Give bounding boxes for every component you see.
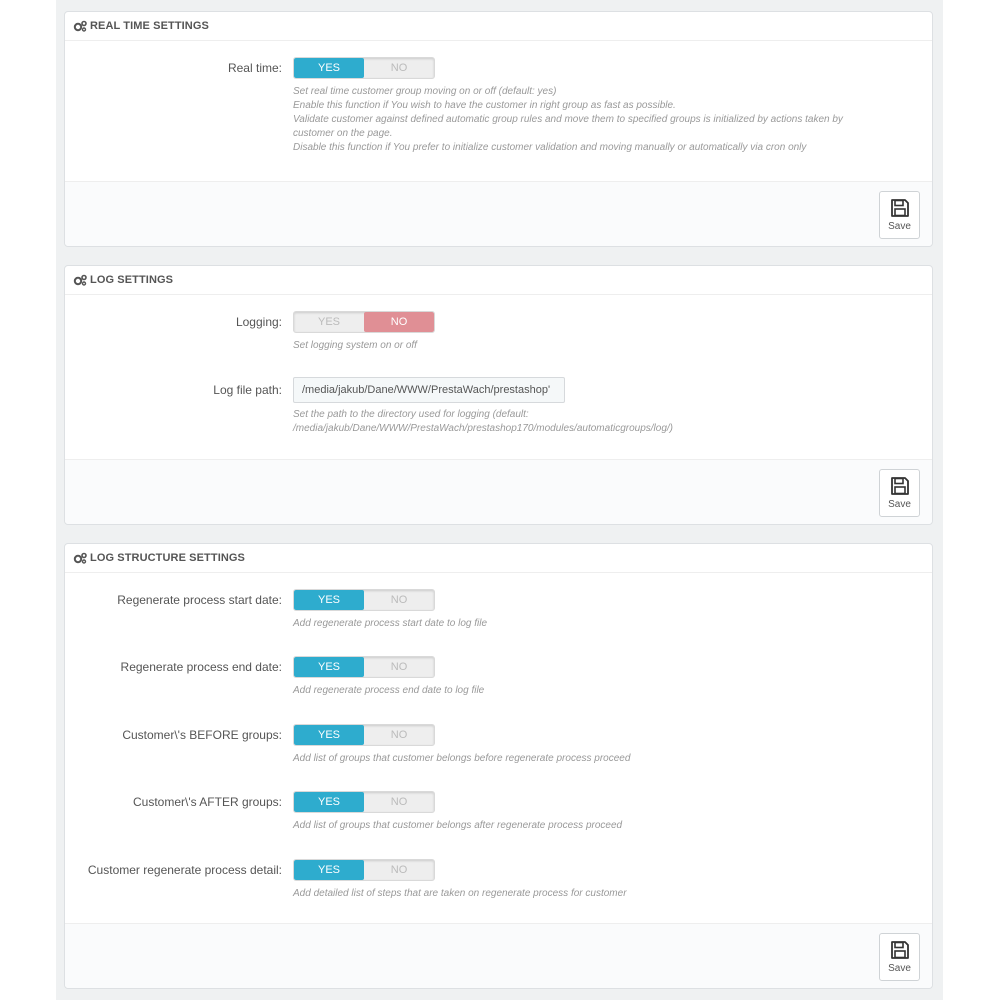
process-detail-no-option[interactable]: NO bbox=[364, 860, 434, 880]
realtime-yes-option[interactable]: YES bbox=[294, 58, 364, 78]
process-detail-yes-option[interactable]: YES bbox=[294, 860, 364, 880]
before-groups-no-option[interactable]: NO bbox=[364, 725, 434, 745]
log-path-input[interactable]: /media/jakub/Dane/WWW/PrestaWach/prestas… bbox=[293, 377, 565, 403]
help-line: Enable this function if You wish to have… bbox=[293, 100, 676, 111]
start-date-yes-option[interactable]: YES bbox=[294, 590, 364, 610]
help-line: Set the path to the directory used for l… bbox=[293, 409, 529, 420]
realtime-switch[interactable]: YES NO bbox=[293, 57, 435, 79]
save-button[interactable]: Save bbox=[879, 933, 920, 981]
panel-title: REAL TIME SETTINGS bbox=[90, 20, 209, 32]
after-groups-switch[interactable]: YES NO bbox=[293, 791, 435, 813]
floppy-disk-icon bbox=[890, 199, 909, 217]
floppy-disk-icon bbox=[890, 477, 909, 495]
logging-help: Set logging system on or off bbox=[293, 340, 417, 351]
end-date-yes-option[interactable]: YES bbox=[294, 657, 364, 677]
logging-yes-option[interactable]: YES bbox=[294, 312, 364, 332]
after-groups-help: Add list of groups that customer belongs… bbox=[293, 820, 623, 831]
panel-title: LOG STRUCTURE SETTINGS bbox=[90, 552, 245, 564]
logging-label: Logging: bbox=[235, 315, 282, 329]
log-path-label: Log file path: bbox=[213, 383, 282, 397]
cogs-icon bbox=[73, 274, 87, 286]
panel-footer: Save bbox=[65, 181, 932, 246]
after-groups-no-option[interactable]: NO bbox=[364, 792, 434, 812]
cogs-icon bbox=[73, 20, 87, 32]
process-detail-help: Add detailed list of steps that are take… bbox=[293, 888, 627, 899]
cogs-icon bbox=[73, 552, 87, 564]
log-settings-panel: LOG SETTINGS Logging: YES NO Set logging… bbox=[64, 265, 933, 525]
realtime-help: Set real time customer group moving on o… bbox=[293, 85, 923, 155]
before-groups-label: Customer\'s BEFORE groups: bbox=[122, 728, 282, 742]
save-button[interactable]: Save bbox=[879, 469, 920, 517]
help-line: customer on the page. bbox=[293, 128, 393, 139]
logging-no-option[interactable]: NO bbox=[364, 312, 434, 332]
panel-heading: LOG STRUCTURE SETTINGS bbox=[65, 544, 932, 573]
panel-title: LOG SETTINGS bbox=[90, 274, 174, 286]
panel-footer: Save bbox=[65, 459, 932, 524]
end-date-label: Regenerate process end date: bbox=[120, 660, 282, 674]
start-date-switch[interactable]: YES NO bbox=[293, 589, 435, 611]
after-groups-yes-option[interactable]: YES bbox=[294, 792, 364, 812]
logging-switch[interactable]: YES NO bbox=[293, 311, 435, 333]
help-line: Validate customer against defined automa… bbox=[293, 114, 843, 125]
start-date-help: Add regenerate process start date to log… bbox=[293, 618, 488, 629]
start-date-no-option[interactable]: NO bbox=[364, 590, 434, 610]
log-structure-settings-panel: LOG STRUCTURE SETTINGS Regenerate proces… bbox=[64, 543, 933, 989]
end-date-switch[interactable]: YES NO bbox=[293, 656, 435, 678]
before-groups-switch[interactable]: YES NO bbox=[293, 724, 435, 746]
realtime-no-option[interactable]: NO bbox=[364, 58, 434, 78]
process-detail-label: Customer regenerate process detail: bbox=[87, 863, 282, 877]
help-line: Disable this function if You prefer to i… bbox=[293, 142, 807, 153]
end-date-no-option[interactable]: NO bbox=[364, 657, 434, 677]
settings-page: REAL TIME SETTINGS Real time: YES NO Set… bbox=[56, 0, 943, 1000]
after-groups-label: Customer\'s AFTER groups: bbox=[132, 795, 282, 809]
save-label: Save bbox=[888, 221, 911, 232]
before-groups-help: Add list of groups that customer belongs… bbox=[293, 753, 631, 764]
log-path-help: Set the path to the directory used for l… bbox=[293, 408, 923, 436]
before-groups-yes-option[interactable]: YES bbox=[294, 725, 364, 745]
panel-footer: Save bbox=[65, 923, 932, 988]
panel-heading: REAL TIME SETTINGS bbox=[65, 12, 932, 41]
end-date-help: Add regenerate process end date to log f… bbox=[293, 685, 485, 696]
floppy-disk-icon bbox=[890, 941, 909, 959]
start-date-label: Regenerate process start date: bbox=[117, 593, 282, 607]
save-label: Save bbox=[888, 963, 911, 974]
process-detail-switch[interactable]: YES NO bbox=[293, 859, 435, 881]
help-line: Set real time customer group moving on o… bbox=[293, 86, 557, 97]
save-button[interactable]: Save bbox=[879, 191, 920, 239]
panel-heading: LOG SETTINGS bbox=[65, 266, 932, 295]
realtime-label: Real time: bbox=[227, 61, 282, 75]
realtime-settings-panel: REAL TIME SETTINGS Real time: YES NO Set… bbox=[64, 11, 933, 247]
help-line: /media/jakub/Dane/WWW/PrestaWach/prestas… bbox=[293, 423, 673, 434]
save-label: Save bbox=[888, 499, 911, 510]
